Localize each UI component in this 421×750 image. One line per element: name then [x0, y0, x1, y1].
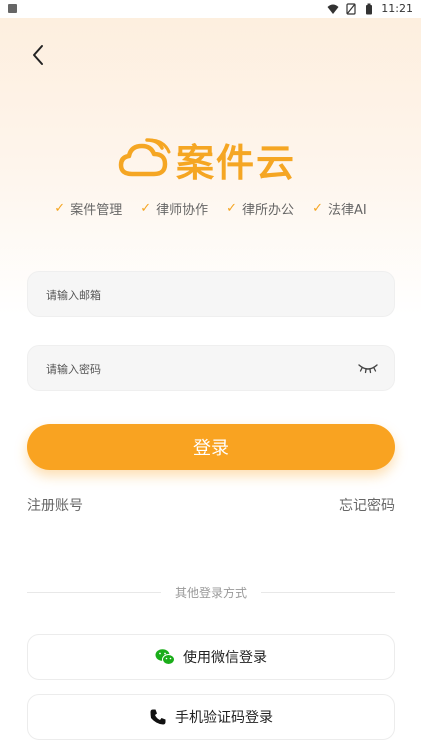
email-field-container	[27, 271, 395, 318]
status-time: 11:21	[381, 2, 413, 15]
feature-item: ✓ 律所办公	[226, 199, 294, 218]
battery-icon	[366, 3, 373, 14]
back-chevron-icon[interactable]	[26, 42, 52, 68]
login-button[interactable]: 登录	[27, 424, 395, 470]
wifi-icon	[327, 4, 339, 14]
brand-logo: 案件云	[118, 132, 296, 187]
phone-icon	[150, 709, 166, 725]
forgot-password-link[interactable]: 忘记密码	[339, 495, 395, 515]
feature-item: ✓ 法律AI	[312, 199, 367, 218]
wechat-login-button[interactable]: 使用微信登录	[27, 634, 395, 680]
feature-item: ✓ 案件管理	[54, 199, 122, 218]
feature-label: 案件管理	[70, 203, 123, 218]
no-sim-icon	[346, 2, 356, 15]
feature-list: ✓ 案件管理 ✓ 律师协作 ✓ 律所办公 ✓ 法律AI	[0, 199, 421, 218]
feature-label: 律师协作	[156, 203, 209, 218]
phone-login-label: 手机验证码登录	[175, 710, 273, 726]
check-icon: ✓	[226, 201, 238, 216]
divider-line	[261, 592, 396, 593]
divider-line	[27, 592, 161, 593]
eye-closed-icon[interactable]	[358, 361, 378, 375]
phone-login-button[interactable]: 手机验证码登录	[27, 694, 395, 740]
status-bar: 11:21	[0, 0, 421, 18]
check-icon: ✓	[54, 201, 66, 216]
email-input[interactable]	[44, 272, 348, 318]
feature-label: 律所办公	[242, 203, 295, 218]
password-input[interactable]	[44, 346, 348, 392]
password-field-container	[27, 345, 395, 392]
brand-name: 案件云	[176, 141, 297, 185]
divider-label: 其他登录方式	[175, 586, 248, 600]
check-icon: ✓	[312, 201, 323, 216]
wechat-login-label: 使用微信登录	[183, 650, 267, 666]
wechat-icon	[155, 649, 175, 665]
check-icon: ✓	[140, 201, 152, 216]
other-login-divider: 其他登录方式	[27, 584, 396, 601]
feature-item: ✓ 律师协作	[140, 199, 208, 218]
cloud-logo-icon	[118, 137, 171, 176]
feature-label: 法律AI	[327, 203, 367, 218]
register-link[interactable]: 注册账号	[27, 495, 83, 515]
status-icons: 11:21	[327, 2, 413, 15]
notification-icon	[8, 4, 17, 13]
